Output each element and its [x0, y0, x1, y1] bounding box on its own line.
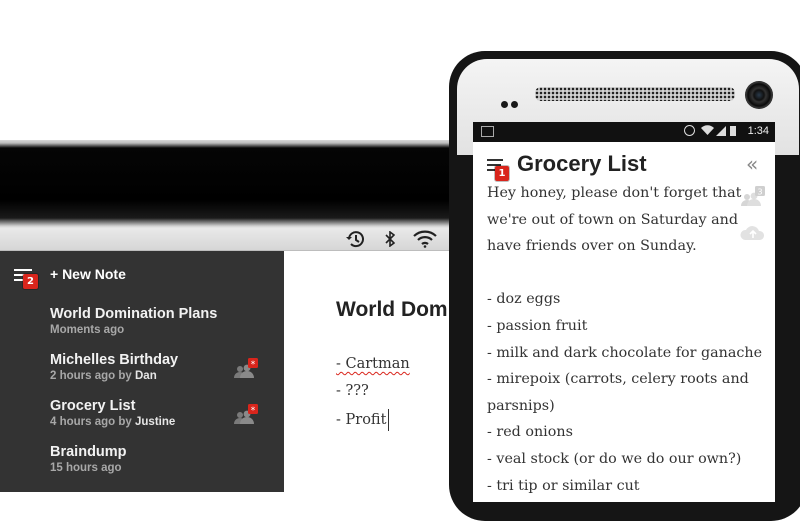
note-editor[interactable]: World Domination Plans - Cartman - ??? -…	[284, 251, 470, 492]
signal-icon	[716, 126, 726, 136]
note-line: - tri tip or similar cut	[487, 477, 640, 494]
collapse-icon[interactable]: «	[746, 152, 758, 176]
note-body[interactable]: Hey honey, please don't forget that we'r…	[487, 180, 763, 499]
note-line: - red onions	[487, 424, 573, 441]
tablet-device: 2 + New Note World Domination Plans Mome…	[0, 140, 470, 492]
bluetooth-icon	[380, 230, 400, 248]
note-line: Hey honey, please don't forget that	[487, 185, 742, 201]
notes-count-badge: 1	[495, 166, 509, 181]
android-status-bar: 1:34	[473, 122, 775, 142]
notes-sidebar: 2 + New Note World Domination Plans Mome…	[0, 251, 284, 492]
text-caret	[388, 409, 390, 431]
editor-line[interactable]: - Cartman	[336, 356, 410, 372]
tablet-bezel	[0, 140, 470, 228]
phone-device: 1:34 1 Grocery List « 3 Hey honey, pleas…	[449, 51, 800, 521]
svg-text:*: *	[251, 406, 256, 416]
note-line: - veal stock (or do we do our own?)	[487, 450, 742, 467]
note-line: - doz eggs	[487, 291, 561, 308]
speaker-grille	[535, 87, 735, 101]
notes-count-badge: 2	[23, 274, 38, 289]
front-camera	[745, 81, 773, 109]
note-line: have friends over on Sunday.	[487, 238, 697, 255]
alarm-icon	[684, 125, 695, 136]
note-meta: Moments ago	[50, 324, 125, 336]
note-meta: 15 hours ago	[50, 462, 122, 474]
note-item[interactable]: Michelles Birthday 2 hours ago by Dan *	[50, 352, 270, 384]
note-line: - passion fruit	[487, 317, 588, 334]
note-title[interactable]: Grocery List	[517, 151, 647, 177]
note-item[interactable]: Braindump 15 hours ago	[50, 444, 270, 476]
shared-users-icon[interactable]: *	[232, 404, 260, 426]
svg-text:*: *	[251, 360, 256, 370]
note-line: we're out of town on Saturday and	[487, 211, 739, 228]
note-line: - milk and dark chocolate for ganache	[487, 344, 763, 361]
wifi-icon	[410, 230, 440, 248]
note-item[interactable]: Grocery List 4 hours ago by Justine *	[50, 398, 270, 430]
new-note-button[interactable]: + New Note	[50, 266, 126, 282]
note-line	[487, 260, 747, 287]
editor-line[interactable]: - Profit	[336, 409, 390, 431]
wifi-icon	[701, 125, 714, 139]
battery-icon	[730, 126, 736, 136]
shared-users-icon[interactable]: *	[232, 358, 260, 380]
editor-line[interactable]: - ???	[336, 383, 369, 399]
svg-text:3: 3	[757, 188, 762, 197]
image-notification-icon	[481, 126, 494, 137]
notes-menu-icon[interactable]: 2	[14, 265, 40, 289]
note-line: - mirepoix (carrots, celery roots and	[487, 371, 749, 388]
tablet-status-bar	[0, 228, 470, 251]
note-item[interactable]: World Domination Plans Moments ago	[50, 306, 270, 338]
note-line: parsnips)	[487, 397, 555, 414]
note-title: World Domination Plans	[50, 306, 218, 322]
status-clock: 1:34	[747, 125, 769, 137]
note-title: Braindump	[50, 444, 127, 460]
history-icon	[343, 230, 367, 248]
sensor-dots	[501, 93, 521, 112]
phone-screen: 1:34 1 Grocery List « 3 Hey honey, pleas…	[473, 122, 775, 502]
